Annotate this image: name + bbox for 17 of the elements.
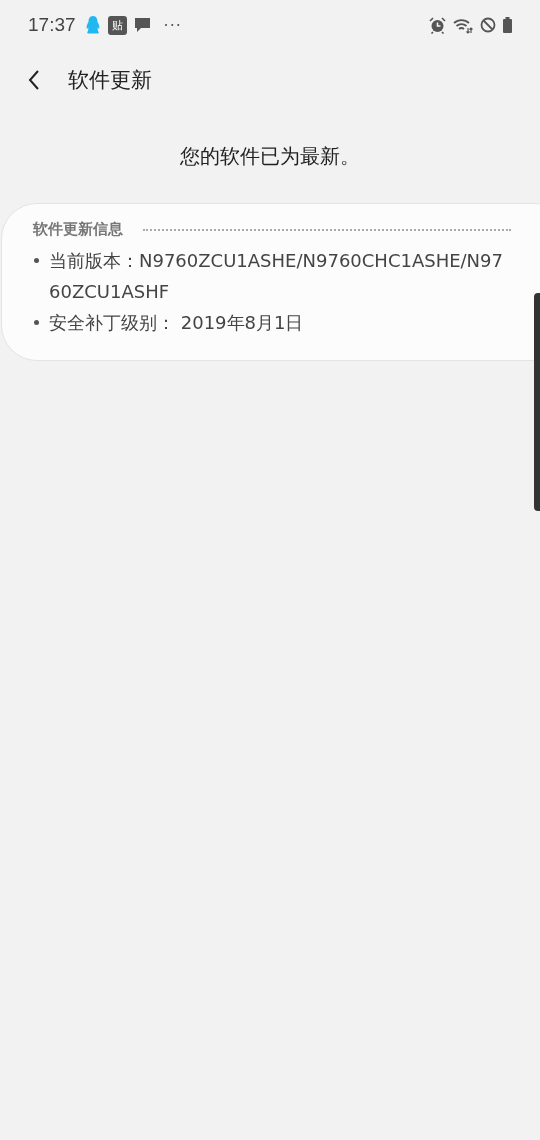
- status-message: 您的软件已为最新。: [179, 143, 361, 170]
- do-not-disturb-icon: [480, 17, 496, 33]
- scroll-handle[interactable]: [534, 293, 540, 511]
- section-title: 软件更新信息: [33, 220, 123, 239]
- info-item: 安全补丁级别： 2019年8月1日: [49, 311, 304, 335]
- bullet-icon: [34, 258, 39, 263]
- page-title: 软件更新: [68, 67, 152, 94]
- alarm-icon: [429, 16, 446, 34]
- penguin-icon: [84, 15, 101, 35]
- chat-icon: [133, 16, 151, 34]
- info-item: 当前版本：N9760ZCU1ASHE/N9760CHC1ASHE/N9760ZCU1ASHF: [49, 249, 504, 304]
- notification-badge: 贴: [107, 15, 127, 35]
- bullet-icon: [34, 320, 39, 325]
- status-time: 17:37: [28, 14, 76, 36]
- more-notifications: ···: [163, 15, 182, 35]
- battery-icon: [503, 17, 512, 33]
- wifi-icon: [453, 16, 473, 34]
